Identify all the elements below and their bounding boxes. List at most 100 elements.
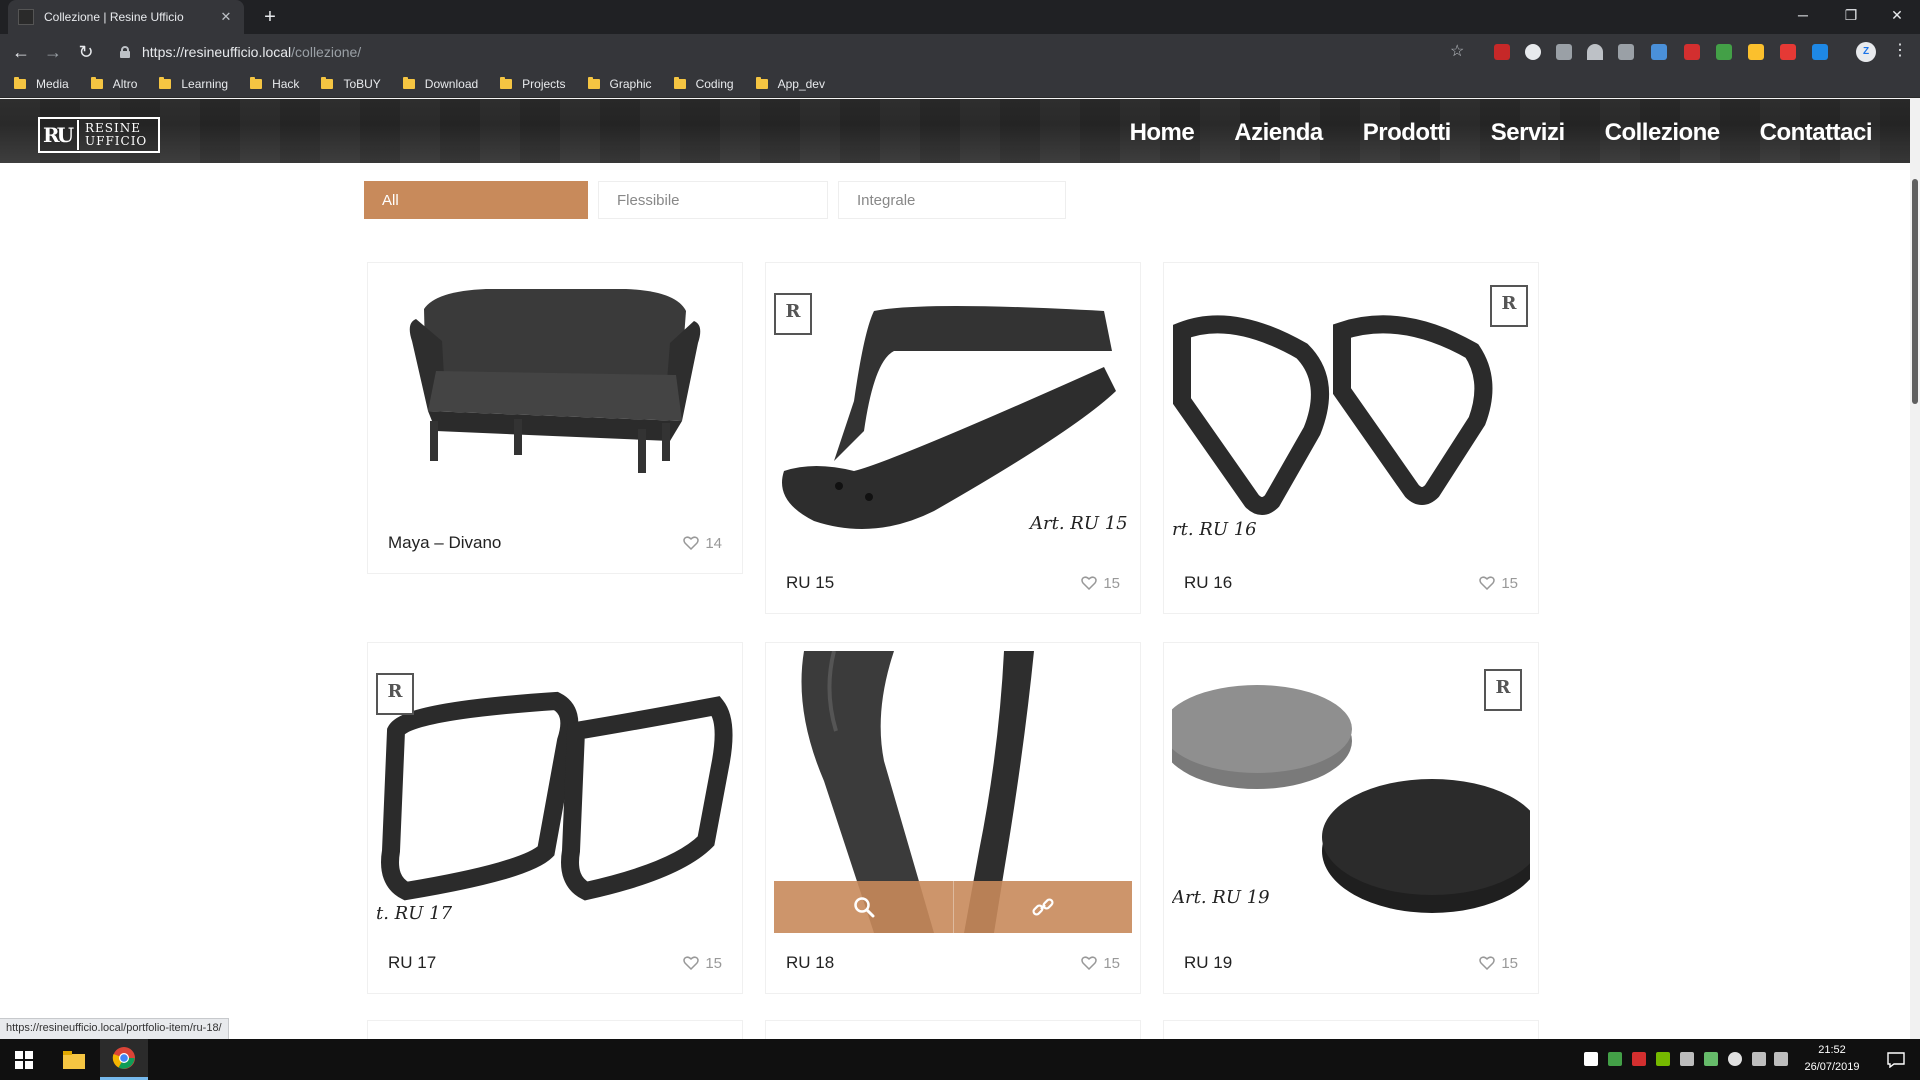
start-button[interactable] <box>0 1039 48 1080</box>
bookmark-label: Projects <box>522 76 566 91</box>
product-card[interactable]: R Art. RU 19 RU 19 15 <box>1164 643 1538 993</box>
nav-collezione[interactable]: Collezione <box>1605 119 1721 147</box>
product-name[interactable]: RU 17 <box>388 953 683 973</box>
forward-arrow-icon[interactable]: → <box>42 41 64 63</box>
product-card-partial[interactable] <box>1164 1021 1538 1039</box>
nav-home[interactable]: Home <box>1130 119 1195 147</box>
product-card[interactable]: Maya – Divano 14 <box>368 263 742 573</box>
restore-button[interactable]: ❐ <box>1828 0 1874 30</box>
site-logo[interactable]: RU RESINE UFFICIO <box>38 117 160 153</box>
browser-tab-strip: Collezione | Resine Ufficio ✕ + ─ ❐ ✕ <box>0 0 1920 34</box>
like-counter[interactable]: 15 <box>1081 575 1120 592</box>
zoom-button[interactable] <box>774 881 953 933</box>
bookmark-folder[interactable]: Altro <box>90 76 137 91</box>
brand-watermark: R <box>376 673 414 715</box>
bookmark-folder[interactable]: Download <box>402 76 478 91</box>
filter-flessibile[interactable]: Flessibile <box>598 181 828 219</box>
product-card-partial[interactable] <box>766 1021 1140 1039</box>
link-icon <box>1032 898 1054 916</box>
product-name[interactable]: RU 19 <box>1184 953 1479 973</box>
product-image-ru15[interactable]: R Art. RU 15 <box>774 271 1132 553</box>
menu-kebab-icon[interactable]: ⋮ <box>1892 40 1908 60</box>
like-counter[interactable]: 15 <box>683 955 722 972</box>
bookmark-star-icon[interactable]: ☆ <box>1450 41 1464 61</box>
bookmark-folder[interactable]: Learning <box>159 76 228 91</box>
filter-all[interactable]: All <box>364 181 588 219</box>
nav-servizi[interactable]: Servizi <box>1491 119 1565 147</box>
product-card[interactable]: RU 18 15 <box>766 643 1140 993</box>
bookmark-folder[interactable]: Hack <box>250 76 299 91</box>
tray-icon[interactable] <box>1704 1052 1718 1066</box>
extension-icon[interactable] <box>1716 44 1732 60</box>
nav-prodotti[interactable]: Prodotti <box>1363 119 1451 147</box>
product-card[interactable]: R Art. RU 15 RU 15 15 <box>766 263 1140 613</box>
product-card[interactable]: R rt. RU 16 RU 16 15 <box>1164 263 1538 613</box>
like-count: 15 <box>1103 954 1120 972</box>
tray-icon[interactable] <box>1680 1052 1694 1066</box>
profile-avatar[interactable]: Z <box>1856 42 1876 62</box>
like-counter[interactable]: 14 <box>683 535 722 552</box>
extension-icon[interactable] <box>1780 44 1796 60</box>
tab-close-icon[interactable]: ✕ <box>218 9 234 25</box>
main-nav: Home Azienda Prodotti Servizi Collezione… <box>1130 119 1873 147</box>
onedrive-icon[interactable] <box>1728 1052 1742 1066</box>
product-image-sofa[interactable] <box>376 271 734 511</box>
bookmark-folder[interactable]: App_dev <box>755 76 825 91</box>
sofa-illustration <box>409 289 701 473</box>
network-icon[interactable] <box>1752 1052 1766 1066</box>
volume-icon[interactable] <box>1774 1052 1788 1066</box>
tray-icon[interactable] <box>1632 1052 1646 1066</box>
close-window-button[interactable]: ✕ <box>1874 0 1920 30</box>
tray-icon[interactable] <box>1656 1052 1670 1066</box>
product-card-partial[interactable] <box>368 1021 742 1039</box>
portfolio-filters: All Flessibile Integrale <box>364 181 1066 219</box>
extension-icon[interactable] <box>1556 44 1572 60</box>
nav-azienda[interactable]: Azienda <box>1234 119 1323 147</box>
reload-icon[interactable]: ↻ <box>75 41 97 63</box>
tray-icon[interactable] <box>1584 1052 1598 1066</box>
product-image-ru16[interactable]: R rt. RU 16 <box>1172 271 1530 553</box>
file-explorer-button[interactable] <box>50 1039 98 1080</box>
tab-title: Collezione | Resine Ufficio <box>44 10 184 24</box>
extension-icon[interactable] <box>1525 44 1541 60</box>
system-clock[interactable]: 21:52 26/07/2019 <box>1792 1042 1872 1076</box>
browser-tab[interactable]: Collezione | Resine Ufficio ✕ <box>8 0 244 34</box>
product-name[interactable]: RU 18 <box>786 953 1081 973</box>
minimize-button[interactable]: ─ <box>1780 0 1826 30</box>
product-name[interactable]: RU 16 <box>1184 573 1479 593</box>
scrollbar-thumb[interactable] <box>1912 179 1918 404</box>
bookmark-folder[interactable]: Coding <box>673 76 734 91</box>
extension-icon[interactable] <box>1812 44 1828 60</box>
extension-icon[interactable] <box>1748 44 1764 60</box>
action-center-button[interactable] <box>1872 1039 1920 1080</box>
filter-integrale[interactable]: Integrale <box>838 181 1066 219</box>
nav-contattaci[interactable]: Contattaci <box>1760 119 1873 147</box>
link-button[interactable] <box>953 881 1132 933</box>
page-scrollbar[interactable] <box>1910 99 1920 1039</box>
bookmark-folder[interactable]: Graphic <box>587 76 652 91</box>
bookmark-folder[interactable]: ToBUY <box>321 76 381 91</box>
brand-watermark: R <box>1490 285 1528 327</box>
tray-icon[interactable] <box>1608 1052 1622 1066</box>
bookmark-folder[interactable]: Media <box>14 76 69 91</box>
like-counter[interactable]: 15 <box>1081 955 1120 972</box>
back-arrow-icon[interactable]: ← <box>10 41 32 63</box>
bookmark-folder[interactable]: Projects <box>500 76 566 91</box>
product-meta: RU 16 15 <box>1164 553 1538 613</box>
product-name[interactable]: RU 15 <box>786 573 1081 593</box>
extension-icon[interactable] <box>1587 44 1603 60</box>
like-counter[interactable]: 15 <box>1479 955 1518 972</box>
product-image-ru19[interactable]: R Art. RU 19 <box>1172 651 1530 933</box>
extension-icon[interactable] <box>1651 44 1667 60</box>
address-bar[interactable]: https://resineufficio.local/collezione/ <box>112 38 1472 66</box>
extension-icon[interactable] <box>1618 44 1634 60</box>
product-card[interactable]: R t. RU 17 RU 17 15 <box>368 643 742 993</box>
new-tab-button[interactable]: + <box>258 6 282 28</box>
product-name[interactable]: Maya – Divano <box>388 533 683 553</box>
extension-icon[interactable] <box>1684 44 1700 60</box>
product-image-ru18[interactable] <box>774 651 1132 933</box>
like-counter[interactable]: 15 <box>1479 575 1518 592</box>
product-image-ru17[interactable]: R t. RU 17 <box>376 651 734 933</box>
chrome-taskbar-button[interactable] <box>100 1039 148 1080</box>
ublock-extension-icon[interactable] <box>1494 44 1510 60</box>
